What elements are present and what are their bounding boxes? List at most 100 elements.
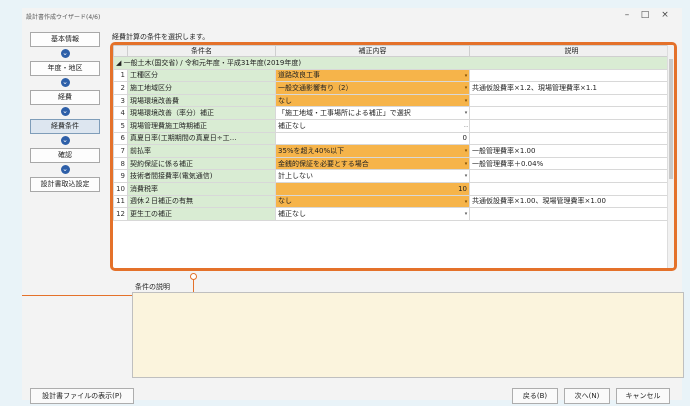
title-bar: 設計書作成ウイザード(4/6) – □ ×: [22, 8, 682, 26]
nav-step-basic-info[interactable]: 基本情報: [30, 32, 100, 47]
row-number: 10: [113, 181, 128, 196]
table-row[interactable]: 3 現場環境改善費 なし ▾: [113, 93, 674, 108]
wizard-steps-nav: 基本情報 ⌄ 年度・地区 ⌄ 経費 ⌄ 経費条件 ⌄ 確認 ⌄ 設計書取込設定: [26, 32, 104, 192]
correction-value-text: 10: [458, 184, 467, 193]
row-number: 8: [113, 156, 128, 171]
condition-name-cell: 施工地域区分: [127, 81, 276, 95]
dropdown-arrow-icon[interactable]: ▾: [463, 208, 469, 220]
correction-value-cell[interactable]: なし ▾: [275, 93, 470, 108]
correction-value-cell[interactable]: 補正なし …: [275, 118, 470, 133]
condition-name-cell: 前払率: [127, 144, 276, 158]
maximize-icon[interactable]: □: [638, 10, 652, 20]
dropdown-arrow-icon[interactable]: ▾: [463, 158, 469, 169]
table-row[interactable]: 1 工種区分 道路改良工事 ▾: [113, 68, 674, 83]
dropdown-arrow-icon[interactable]: ▾: [463, 196, 469, 207]
table-row[interactable]: 2 施工地域区分 一般交通影響有り（2） ▾ 共通仮設費率×1.2、現場管理費率×1.1: [113, 81, 674, 95]
row-number: 6: [113, 131, 128, 146]
row-number: 9: [113, 169, 128, 183]
correction-value-text: 0: [462, 134, 467, 143]
correction-value-cell[interactable]: 35%を超え40%以下 ▾: [275, 144, 470, 158]
condition-name-cell: 更生工の補正: [127, 207, 276, 221]
callout-dot: [190, 273, 197, 280]
wizard-window: 設計書作成ウイザード(4/6) – □ × 基本情報 ⌄ 年度・地区 ⌄ 経費 …: [22, 8, 684, 404]
correction-value-text: 金銭的保証を必要とする場合: [278, 159, 369, 168]
condition-name-cell: 工種区分: [127, 68, 276, 83]
header-correction[interactable]: 補正内容: [275, 45, 470, 57]
dropdown-arrow-icon[interactable]: ▾: [463, 170, 469, 182]
nav-step-expenses[interactable]: 経費: [30, 90, 100, 105]
table-row[interactable]: 10 消費税率 10: [113, 181, 674, 196]
description-cell: [469, 181, 674, 196]
correction-value-cell[interactable]: 一般交通影響有り（2） ▾: [275, 81, 470, 95]
step-arrow-down-icon: ⌄: [60, 49, 70, 58]
description-cell: 一般管理費率×1.00: [469, 144, 674, 158]
description-cell: [469, 93, 674, 108]
correction-value-cell[interactable]: 金銭的保証を必要とする場合 ▾: [275, 156, 470, 171]
header-condition-name[interactable]: 条件名: [127, 45, 276, 57]
dropdown-arrow-icon[interactable]: ▾: [463, 95, 469, 106]
correction-value-cell[interactable]: なし ▾: [275, 194, 470, 209]
table-row[interactable]: 5 現場管理費施工時期補正 補正なし…: [113, 118, 674, 133]
description-cell: [469, 68, 674, 83]
nav-step-expense-conditions[interactable]: 経費条件: [30, 119, 100, 134]
header-blank: [113, 45, 128, 57]
table-header-row: 条件名 補正内容 説明: [113, 45, 674, 57]
nav-step-year-area[interactable]: 年度・地区: [30, 61, 100, 76]
correction-value-text: 補正なし: [278, 121, 306, 130]
description-cell: 共通仮設費率×1.2、現場管理費率×1.1: [469, 81, 674, 95]
minimize-icon[interactable]: –: [620, 10, 634, 20]
close-icon[interactable]: ×: [658, 10, 672, 20]
description-cell: 一般管理費率＋0.04%: [469, 156, 674, 171]
row-number: 7: [113, 144, 128, 158]
dropdown-arrow-icon[interactable]: ▾: [463, 70, 469, 81]
condition-name-cell: 消費税率: [127, 181, 276, 196]
condition-name-cell: 現場管理費施工時期補正: [127, 118, 276, 133]
step-arrow-down-icon: ⌄: [60, 136, 70, 145]
table-row[interactable]: 11 週休２日補正の有無 なし ▾ 共通仮設費率×1.00、現場管理費率×1.00: [113, 194, 674, 209]
back-button[interactable]: 戻る(B): [512, 388, 558, 404]
description-cell: [469, 118, 674, 133]
vertical-scrollbar[interactable]: [667, 45, 674, 268]
condition-name-cell: 現場環境改善費: [127, 93, 276, 108]
correction-value-cell[interactable]: 道路改良工事 ▾: [275, 68, 470, 83]
row-number: 4: [113, 106, 128, 120]
correction-value-text: 補正なし: [278, 209, 306, 218]
correction-value-cell[interactable]: 計上しない ▾: [275, 169, 470, 183]
dropdown-arrow-icon[interactable]: ▾: [463, 107, 469, 119]
row-number: 2: [113, 81, 128, 95]
step-arrow-down-icon: ⌄: [60, 78, 70, 87]
correction-value-text: なし: [278, 96, 292, 105]
show-design-file-button[interactable]: 設計書ファイルの表示(P): [30, 388, 134, 404]
condition-name-cell: 真夏日率(工期期間の真夏日÷工…: [127, 131, 276, 146]
correction-value-cell[interactable]: 補正なし ▾: [275, 207, 470, 221]
dropdown-arrow-icon[interactable]: ▾: [463, 145, 469, 157]
condition-name-cell: 現場環境改善（率分）補正: [127, 106, 276, 120]
correction-value-cell[interactable]: 「施工地域・工事場所による補正」で選択 ▾: [275, 106, 470, 120]
description-cell: [469, 131, 674, 146]
header-description[interactable]: 説明: [469, 45, 674, 57]
condition-name-cell: 週休２日補正の有無: [127, 194, 276, 209]
nav-step-import-settings[interactable]: 設計書取込設定: [30, 177, 100, 192]
cancel-button[interactable]: キャンセル: [616, 388, 670, 404]
dropdown-arrow-icon[interactable]: ▾: [463, 82, 469, 94]
group-row[interactable]: ◢ 一般土木(国交省) / 令和元年度・平成31年度(2019年度): [113, 56, 674, 70]
next-button[interactable]: 次へ(N): [564, 388, 610, 404]
correction-value-text: 「施工地域・工事場所による補正」で選択: [278, 109, 411, 118]
table-row[interactable]: 4 現場環境改善（率分）補正 「施工地域・工事場所による補正」で選択 ▾: [113, 106, 674, 120]
table-row[interactable]: 6 真夏日率(工期期間の真夏日÷工… 0: [113, 131, 674, 146]
step-arrow-down-icon: ⌄: [60, 107, 70, 116]
row-number: 1: [113, 68, 128, 83]
condition-name-cell: 技術者間接費率(電気通信): [127, 169, 276, 183]
table-row[interactable]: 8 契約保証に係る補正 金銭的保証を必要とする場合 ▾ 一般管理費率＋0.04%: [113, 156, 674, 171]
correction-value-cell[interactable]: 0: [275, 131, 470, 146]
group-row-label[interactable]: ◢ 一般土木(国交省) / 令和元年度・平成31年度(2019年度): [113, 56, 674, 70]
table-row[interactable]: 7 前払率 35%を超え40%以下 ▾ 一般管理費率×1.00: [113, 144, 674, 158]
table-row[interactable]: 12 更生工の補正 補正なし ▾: [113, 207, 674, 221]
description-cell: 共通仮設費率×1.00、現場管理費率×1.00: [469, 194, 674, 209]
ellipsis-button[interactable]: …: [463, 120, 469, 132]
scrollbar-thumb[interactable]: [669, 59, 673, 179]
correction-value-cell[interactable]: 10: [275, 181, 470, 196]
correction-value-text: 計上しない: [278, 172, 313, 181]
nav-step-confirm[interactable]: 確認: [30, 148, 100, 163]
table-row[interactable]: 9 技術者間接費率(電気通信) 計上しない ▾: [113, 169, 674, 183]
